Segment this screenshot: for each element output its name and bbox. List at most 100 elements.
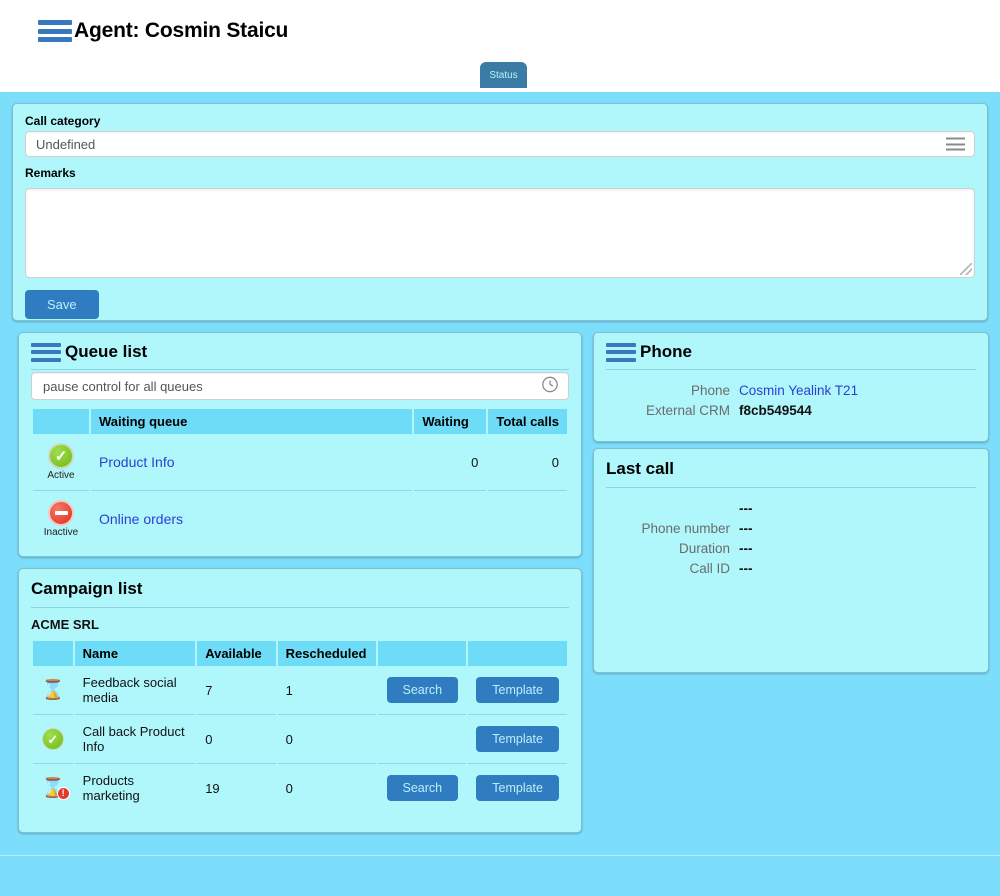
phone-label: Phone: [690, 383, 730, 398]
last-call-value: ---: [739, 541, 753, 556]
list-menu-icon[interactable]: [946, 137, 965, 151]
campaign-search-cell: Search: [378, 764, 466, 812]
campaign-state-cell: ⌛: [33, 666, 73, 715]
hourglass-alert-icon: ⌛!: [41, 779, 70, 800]
hamburger-icon[interactable]: [606, 342, 636, 362]
campaign-list-title: Campaign list: [31, 579, 143, 598]
last-call-panel: Last call --- Phone number --- Duration …: [593, 448, 989, 673]
phone-value[interactable]: Cosmin Yealink T21: [739, 383, 858, 398]
queue-col-waiting: Waiting: [414, 409, 487, 434]
table-row: ✓ Call back Product Info 0 0 Template: [33, 715, 567, 764]
phone-panel-title: Phone: [640, 342, 692, 361]
queue-state-cell: ✓ Active: [33, 434, 89, 491]
campaign-rescheduled: 0: [285, 780, 293, 796]
campaign-table: Name Available Rescheduled ⌛ Feedback so…: [31, 641, 569, 812]
campaign-col-rescheduled: Rescheduled: [277, 641, 377, 666]
phone-details: Phone Cosmin Yealink T21 External CRM f8…: [594, 370, 988, 418]
campaign-state-cell: ✓: [33, 715, 73, 764]
table-row: ✓ Active Product Info 0 0: [33, 434, 567, 491]
campaign-template-cell: Template: [468, 666, 567, 715]
campaign-name: Feedback social media: [74, 666, 196, 715]
divider: [31, 369, 569, 370]
campaign-table-header-row: Name Available Rescheduled: [33, 641, 567, 666]
campaign-search-cell: Search: [378, 666, 467, 715]
queue-total-value: 0: [488, 434, 567, 491]
campaign-list-header: Campaign list: [19, 569, 581, 607]
crm-row: External CRM f8cb549544: [594, 403, 988, 418]
table-row: Inactive Online orders: [33, 491, 567, 547]
hourglass-icon: ⌛: [41, 679, 65, 701]
last-call-row: Duration ---: [594, 541, 988, 556]
status-panel: Call category Undefined Remarks Save: [12, 103, 988, 321]
campaign-col-name: Name: [74, 641, 196, 666]
phone-panel: Phone Phone Cosmin Yealink T21 External …: [593, 332, 989, 442]
minus-circle-icon: [48, 500, 74, 526]
campaign-rescheduled: 0: [277, 715, 377, 764]
clock-icon[interactable]: [541, 376, 559, 397]
campaign-name: Call back Product Info: [74, 715, 196, 764]
save-button[interactable]: Save: [25, 290, 99, 319]
queue-table-header-row: Waiting queue Waiting Total calls: [33, 409, 567, 434]
hamburger-icon[interactable]: [31, 342, 61, 362]
pause-control-input[interactable]: pause control for all queues: [31, 372, 569, 400]
campaign-col-search: [378, 641, 467, 666]
queue-col-total: Total calls: [488, 409, 567, 434]
campaign-name: Products marketing: [82, 773, 140, 803]
queue-list-title: Queue list: [65, 342, 148, 361]
check-circle-icon: ✓: [48, 443, 74, 469]
queue-link[interactable]: Online orders: [99, 511, 183, 527]
search-button[interactable]: Search: [386, 677, 459, 703]
template-button[interactable]: Template: [476, 775, 559, 801]
queue-waiting-value: [414, 491, 486, 547]
page-title: Agent: Cosmin Staicu: [74, 19, 289, 42]
last-call-label: [594, 501, 739, 516]
queue-col-name: Waiting queue: [91, 409, 413, 434]
remarks-label: Remarks: [25, 166, 76, 180]
campaign-search-cell: [378, 715, 467, 764]
campaign-state-cell: ⌛!: [33, 764, 73, 812]
last-call-title: Last call: [606, 459, 675, 478]
campaign-rescheduled: 1: [277, 666, 377, 715]
template-button[interactable]: Template: [476, 726, 559, 752]
last-call-row: Phone number ---: [594, 521, 988, 536]
template-button[interactable]: Template: [476, 677, 559, 703]
queue-waiting-value: 0: [414, 434, 487, 491]
phone-panel-header: Phone: [594, 333, 988, 369]
remarks-input[interactable]: [25, 188, 975, 278]
table-row: ⌛ Feedback social media 7 1 Search Templ…: [33, 666, 567, 715]
last-call-label: Phone number: [641, 521, 730, 536]
pause-control-value: pause control for all queues: [43, 378, 203, 394]
check-circle-icon: ✓: [41, 728, 64, 750]
phone-row: Phone Cosmin Yealink T21: [594, 383, 988, 398]
call-category-label: Call category: [25, 114, 101, 128]
last-call-details: --- Phone number --- Duration --- Call I…: [594, 488, 988, 576]
call-category-value: Undefined: [36, 136, 96, 152]
campaign-list-panel: Campaign list ACME SRL Name Available Re…: [18, 568, 582, 833]
remarks-wrapper: [25, 188, 975, 278]
last-call-label: Call ID: [689, 561, 730, 576]
queue-list-panel: Queue list pause control for all queues …: [18, 332, 582, 557]
resize-handle-icon[interactable]: [960, 263, 972, 275]
queue-name-cell: Online orders: [91, 491, 412, 547]
tab-status[interactable]: Status: [480, 62, 527, 88]
campaign-col-state: [33, 641, 73, 666]
last-call-label: Duration: [678, 541, 730, 556]
last-call-row: Call ID ---: [594, 561, 988, 576]
queue-link[interactable]: Product Info: [99, 454, 175, 470]
search-button[interactable]: Search: [386, 775, 459, 801]
queue-state-label: Inactive: [43, 527, 79, 538]
campaign-col-available: Available: [197, 641, 276, 666]
call-category-select[interactable]: Undefined: [25, 131, 975, 157]
queue-state-label: Active: [47, 470, 75, 481]
hamburger-icon[interactable]: [38, 20, 72, 42]
tab-bar: Status: [0, 62, 1000, 92]
queue-table: Waiting queue Waiting Total calls ✓ Acti…: [31, 409, 569, 547]
crm-value: f8cb549544: [739, 403, 812, 418]
app-header: Agent: Cosmin Staicu: [0, 0, 1000, 62]
queue-total-value: [488, 491, 567, 547]
campaign-available: 19: [205, 780, 220, 796]
campaign-available: 0: [197, 715, 276, 764]
queue-name-cell: Product Info: [91, 434, 413, 491]
queue-state-cell: Inactive: [33, 491, 89, 547]
divider: [31, 607, 569, 608]
